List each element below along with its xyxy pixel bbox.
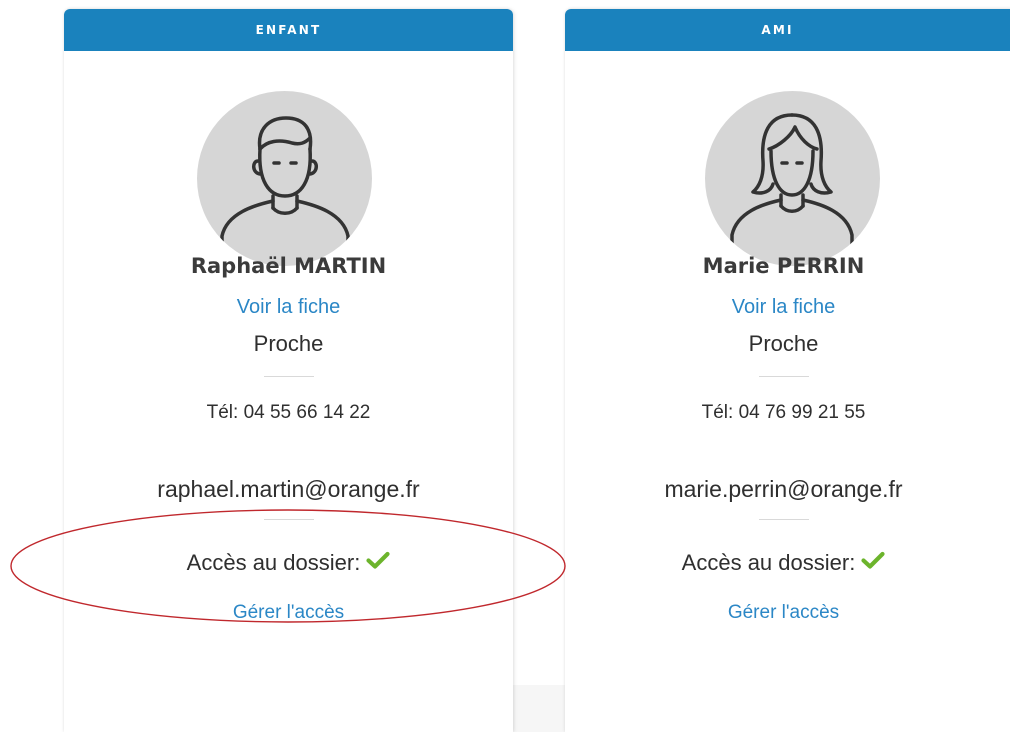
relation-label: Proche xyxy=(748,331,819,356)
contact-card-marie: AMI Marie PERRIN Voir la fiche Proche Té… xyxy=(565,9,1010,732)
view-profile-link[interactable]: Voir la fiche xyxy=(64,296,513,319)
phone-number: Tél: 04 55 66 14 22 xyxy=(206,402,371,423)
view-profile-link[interactable]: Voir la fiche xyxy=(565,296,1002,319)
email-address: raphael.martin@orange.fr xyxy=(157,476,420,502)
contact-name: Marie PERRIN xyxy=(702,254,865,278)
card-category-label: AMI xyxy=(761,23,794,37)
phone-number: Tél: 04 76 99 21 55 xyxy=(701,402,866,423)
folder-access-status: Accès au dossier: xyxy=(565,550,1002,576)
email-address: marie.perrin@orange.fr xyxy=(664,476,903,502)
card-category-label: ENFANT xyxy=(255,23,322,37)
folder-access-status: Accès au dossier: xyxy=(64,550,513,576)
access-label: Accès au dossier: xyxy=(186,550,361,575)
card-category-header: AMI xyxy=(565,9,1010,51)
checkmark-icon xyxy=(366,549,390,575)
relation-label: Proche xyxy=(253,331,324,356)
female-avatar-icon xyxy=(705,91,880,266)
male-avatar-icon xyxy=(197,91,372,266)
divider xyxy=(759,376,809,377)
card-category-header: ENFANT xyxy=(64,9,513,51)
manage-access-link[interactable]: Gérer l'accès xyxy=(565,602,1002,624)
divider xyxy=(263,519,314,520)
divider xyxy=(759,519,809,520)
contact-card-raphael: ENFANT Raphaël MARTIN Voir la fiche Proc… xyxy=(64,9,513,732)
manage-access-link[interactable]: Gérer l'accès xyxy=(64,602,513,624)
checkmark-icon xyxy=(861,549,885,575)
divider xyxy=(263,376,314,377)
access-label: Accès au dossier: xyxy=(681,550,856,575)
contact-name: Raphaël MARTIN xyxy=(190,254,387,278)
